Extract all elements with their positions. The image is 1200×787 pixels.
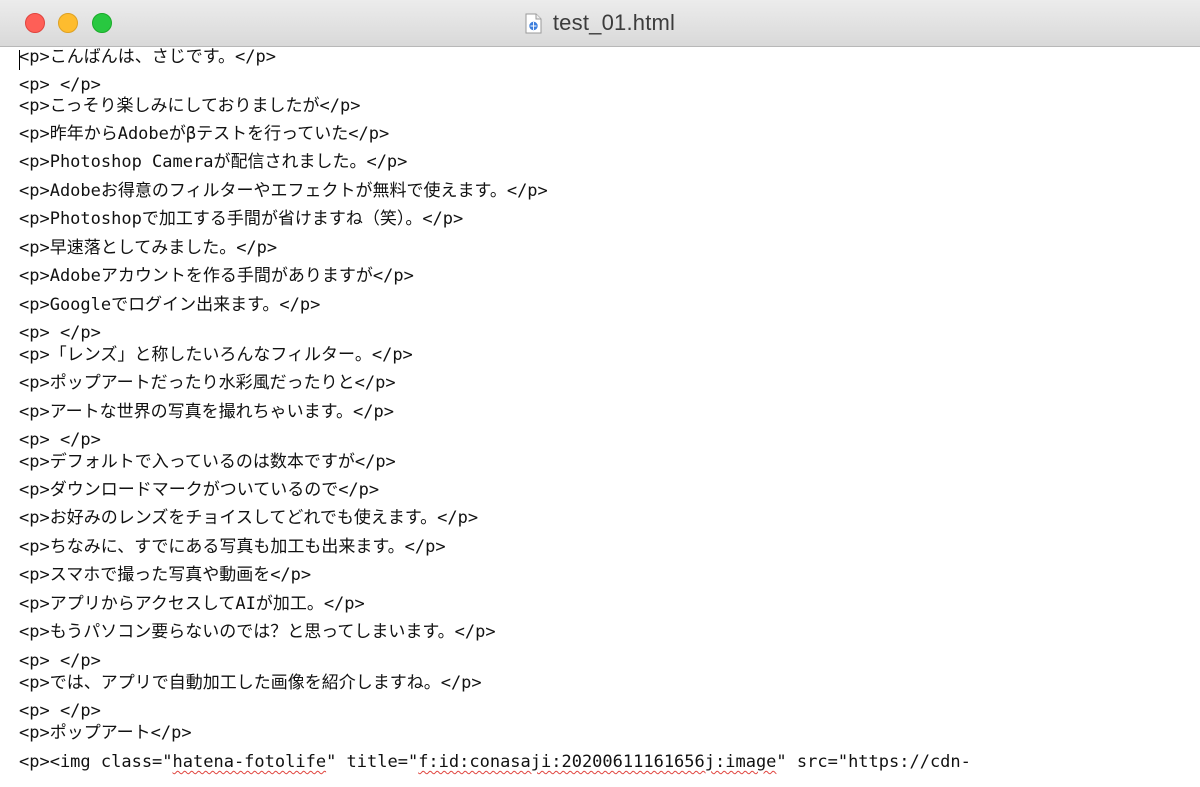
editor-line-img-tag: <p><img class="hatena-fotolife" title="f…	[19, 751, 971, 773]
editor-line: <p>では、アプリで自動加工した画像を紹介しますね。</p>	[19, 673, 482, 693]
editor-line: <p>アートな世界の写真を撮れちゃいます。</p>	[19, 402, 394, 422]
editor-line: <p>ポップアート</p>	[19, 723, 192, 743]
editor-line: <p> </p>	[19, 75, 101, 95]
editor-line: <p> </p>	[19, 701, 101, 721]
editor-line: <p> </p>	[19, 323, 101, 343]
spellcheck-flagged-text: hatena-fotolife	[172, 752, 327, 772]
editor-line: <p>早速落としてみました。</p>	[19, 238, 278, 258]
editor-line: <p>Adobeお得意のフィルターやエフェクトが無料で使えます。</p>	[19, 181, 548, 201]
editor-line: <p>ダウンロードマークがついているので</p>	[19, 480, 380, 500]
editor-line: <p>Adobeアカウントを作る手間がありますが</p>	[19, 266, 414, 286]
editor-line: <p>昨年からAdobeがβテストを行っていた</p>	[19, 124, 390, 144]
editor-line: <p>「レンズ」と称したいろんなフィルター。</p>	[19, 345, 413, 365]
editor-line: <p>お好みのレンズをチョイスしてどれでも使えます。</p>	[19, 508, 479, 528]
text-editor-area[interactable]: <p>こんばんは、さじです。</p> <p> </p> <p>こっそり楽しみにしてお…	[0, 47, 1200, 787]
editor-line: <p> </p>	[19, 651, 101, 671]
editor-text-segment: " title="	[326, 752, 419, 772]
editor-line: <p>デフォルトで入っているのは数本ですが</p>	[19, 452, 396, 472]
spellcheck-flagged-text: f:id:conasaji:20200611161656j:image	[418, 752, 777, 772]
title-bar[interactable]: test_01.html	[0, 0, 1200, 47]
text-editor-window: test_01.html <p>こんばんは、さじです。</p> <p> </p> <…	[0, 0, 1200, 787]
editor-line: <p>こっそり楽しみにしておりましたが</p>	[19, 96, 361, 116]
window-title: test_01.html	[552, 10, 676, 35]
editor-line: <p>Googleでログイン出来ます。</p>	[19, 295, 321, 315]
window-title-area: test_01.html	[0, 0, 1200, 46]
html-document-icon	[525, 13, 542, 34]
editor-line: <p>こんばんは、さじです。</p>	[19, 47, 276, 67]
editor-line: <p>アプリからアクセスしてAIが加工。</p>	[19, 594, 365, 614]
editor-line: <p>Photoshopで加工する手間が省けますね（笑）。</p>	[19, 209, 464, 229]
editor-line: <p>ちなみに、すでにある写真も加工も出来ます。</p>	[19, 537, 446, 557]
editor-text-segment: <p><img class="	[19, 752, 173, 772]
editor-line: <p>スマホで撮った写真や動画を</p>	[19, 565, 312, 585]
editor-line: <p> </p>	[19, 430, 101, 450]
text-caret	[19, 50, 20, 70]
editor-text-segment: " src="https://cdn-	[776, 752, 971, 772]
editor-line: <p>Photoshop Cameraが配信されました。</p>	[19, 152, 408, 172]
editor-line: <p>もうパソコン要らないのでは？と思ってしまいます。</p>	[19, 622, 496, 642]
editor-line: <p>ポップアートだったり水彩風だったりと</p>	[19, 373, 396, 393]
